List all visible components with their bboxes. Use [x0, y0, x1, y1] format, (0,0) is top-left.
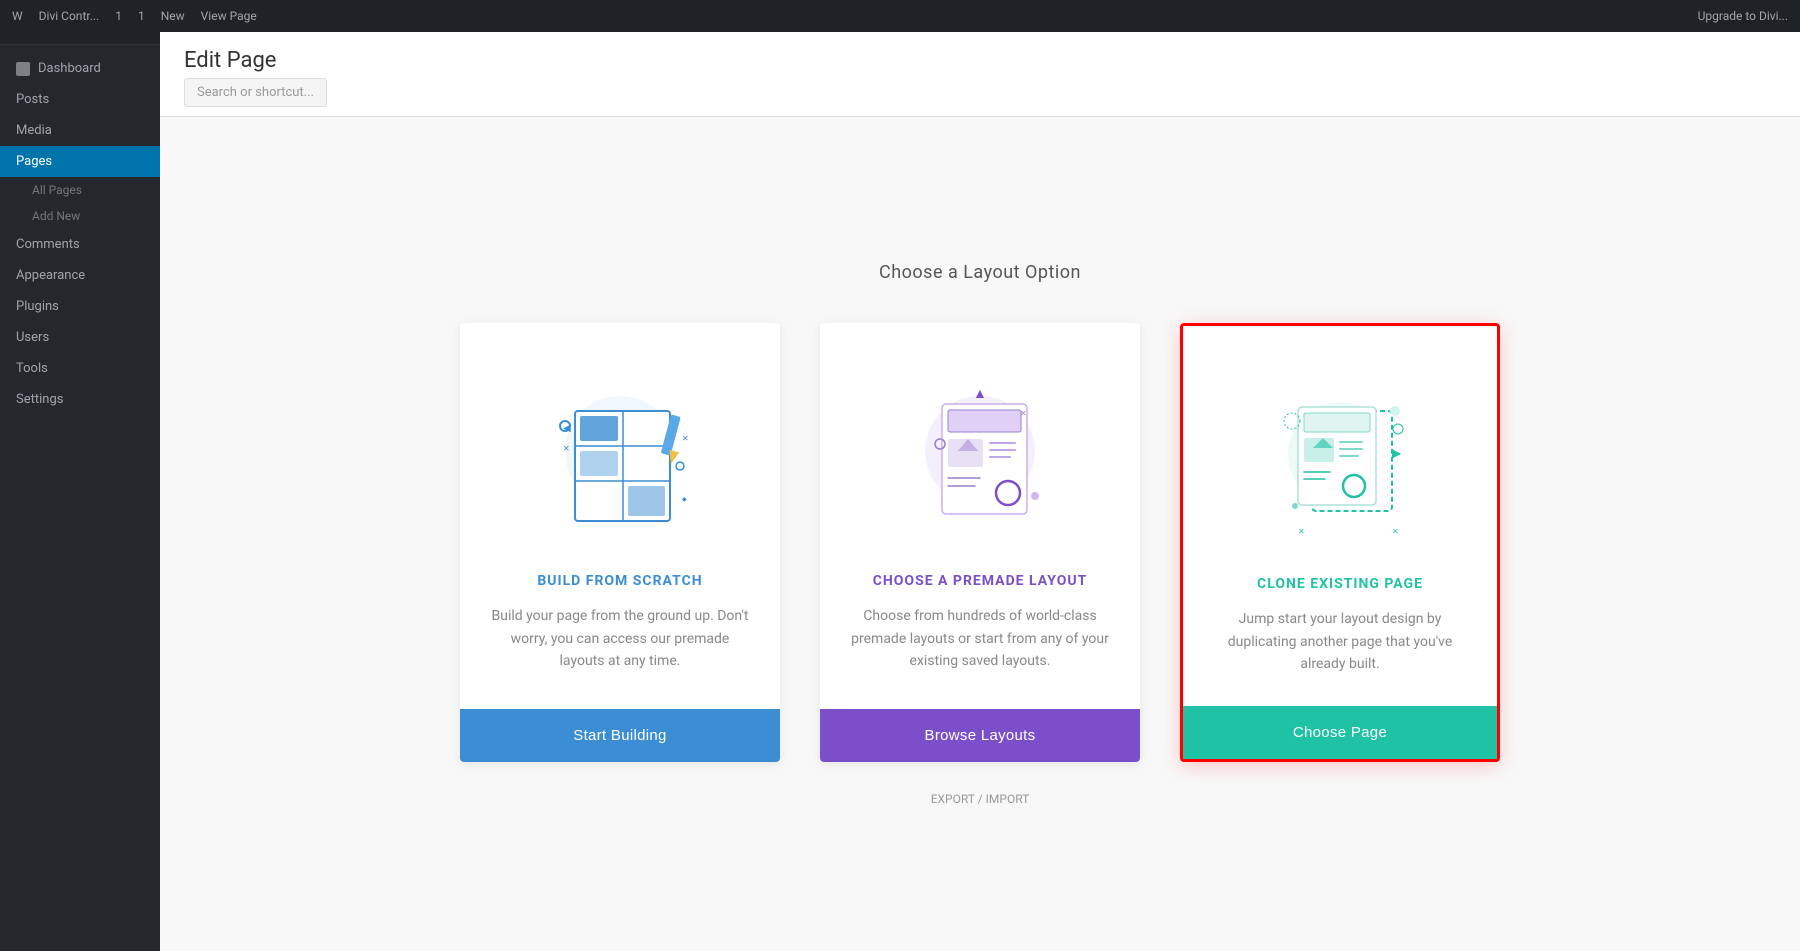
sidebar-item-posts[interactable]: Posts	[0, 84, 160, 115]
page-title: Edit Page	[184, 48, 1776, 73]
svg-text:◆: ◆	[682, 496, 687, 503]
sidebar-item-pages[interactable]: Pages	[0, 146, 160, 177]
page-header-sub: Search or shortcut...	[184, 81, 1776, 100]
svg-text:✕: ✕	[1392, 527, 1399, 536]
sidebar-item-users-label: Users	[16, 330, 49, 345]
sidebar-item-comments[interactable]: Comments	[0, 229, 160, 260]
build-from-scratch-card: ◀ ✕ ✕ ◆ BUILD FROM SCRATCH Build your pa…	[460, 323, 780, 761]
sidebar-item-comments-label: Comments	[16, 237, 80, 252]
sidebar-item-plugins[interactable]: Plugins	[0, 291, 160, 322]
sidebar-item-tools[interactable]: Tools	[0, 353, 160, 384]
choose-premade-layout-card: ▲ ✕ CHOOSE A PREMADE LAYOUT Choose from …	[820, 323, 1140, 761]
dashboard-icon	[16, 62, 30, 76]
build-from-scratch-illustration: ◀ ✕ ✕ ◆	[520, 363, 720, 543]
new-link[interactable]: New	[161, 9, 185, 23]
sidebar-item-dashboard-label: Dashboard	[38, 61, 101, 76]
option-title: Choose a Layout Option	[879, 262, 1081, 283]
site-name[interactable]: Divi Contr...	[39, 9, 100, 23]
sidebar-item-settings-label: Settings	[16, 392, 63, 407]
sidebar-subitem-add-new[interactable]: Add New	[0, 203, 160, 229]
sidebar-item-appearance[interactable]: Appearance	[0, 260, 160, 291]
build-from-scratch-card-body: ◀ ✕ ✕ ◆ BUILD FROM SCRATCH Build your pa…	[460, 323, 780, 708]
sidebar-item-pages-label: Pages	[16, 154, 52, 169]
sidebar-navigation: Dashboard Posts Media Pages All Pages Ad…	[0, 53, 160, 415]
clone-existing-page-illustration: ▶ ✕ ✕	[1240, 366, 1440, 546]
sidebar-item-users[interactable]: Users	[0, 322, 160, 353]
sidebar-item-media-label: Media	[16, 123, 52, 138]
svg-text:◀: ◀	[563, 423, 571, 434]
admin-topbar: W Divi Contr... 1 1 New View Page Upgrad…	[0, 0, 1800, 32]
choose-premade-layout-illustration: ▲ ✕	[880, 363, 1080, 543]
clone-existing-page-heading: CLONE EXISTING PAGE	[1257, 576, 1423, 592]
sidebar-subitem-all-pages[interactable]: All Pages	[0, 177, 160, 203]
wp-icon[interactable]: W	[12, 9, 23, 23]
clone-existing-page-description: Jump start your layout design by duplica…	[1213, 608, 1467, 675]
sidebar-item-tools-label: Tools	[16, 361, 48, 376]
svg-text:✕: ✕	[682, 434, 689, 443]
choose-premade-layout-card-body: ▲ ✕ CHOOSE A PREMADE LAYOUT Choose from …	[820, 323, 1140, 708]
page-header: Edit Page Search or shortcut...	[160, 32, 1800, 117]
choose-premade-layout-footer: Browse Layouts	[820, 709, 1140, 762]
build-from-scratch-heading: BUILD FROM SCRATCH	[537, 573, 702, 589]
comments-count[interactable]: 1	[115, 9, 122, 23]
clone-existing-page-card-body: ▶ ✕ ✕ CLONE EXISTING PAGE Jump start you…	[1183, 326, 1497, 705]
svg-text:✕: ✕	[1298, 527, 1305, 536]
build-from-scratch-footer: Start Building	[460, 709, 780, 762]
clone-existing-page-card: ▶ ✕ ✕ CLONE EXISTING PAGE Jump start you…	[1180, 323, 1500, 761]
search-bar[interactable]: Search or shortcut...	[184, 78, 327, 107]
svg-text:✕: ✕	[1020, 409, 1027, 418]
sidebar-item-dashboard[interactable]: Dashboard	[0, 53, 160, 84]
main-content: Edit Page Search or shortcut... Choose a…	[160, 0, 1800, 951]
upgrade-link[interactable]: Upgrade to Divi...	[1698, 9, 1788, 23]
sidebar: Dashboard Dashboard Posts Media Pages Al…	[0, 0, 160, 951]
content-area: Choose a Layout Option	[160, 117, 1800, 951]
sidebar-item-appearance-label: Appearance	[16, 268, 85, 283]
footer-export-import[interactable]: EXPORT / IMPORT	[931, 792, 1030, 806]
browse-layouts-button[interactable]: Browse Layouts	[820, 709, 1140, 762]
sidebar-item-plugins-label: Plugins	[16, 299, 59, 314]
svg-text:▲: ▲	[973, 386, 987, 402]
sidebar-item-settings[interactable]: Settings	[0, 384, 160, 415]
choose-page-button[interactable]: Choose Page	[1183, 706, 1497, 759]
choose-premade-layout-heading: CHOOSE A PREMADE LAYOUT	[873, 573, 1088, 589]
choose-premade-layout-description: Choose from hundreds of world-class prem…	[850, 605, 1110, 672]
updates-count[interactable]: 1	[138, 9, 145, 23]
view-page-link[interactable]: View Page	[201, 9, 257, 23]
clone-existing-page-footer: Choose Page	[1183, 706, 1497, 759]
start-building-button[interactable]: Start Building	[460, 709, 780, 762]
svg-text:✕: ✕	[563, 444, 570, 453]
build-from-scratch-description: Build your page from the ground up. Don'…	[490, 605, 750, 672]
sidebar-item-posts-label: Posts	[16, 92, 49, 107]
svg-text:▶: ▶	[1392, 446, 1402, 460]
sidebar-item-media[interactable]: Media	[0, 115, 160, 146]
cards-container: ◀ ✕ ✕ ◆ BUILD FROM SCRATCH Build your pa…	[460, 323, 1500, 761]
